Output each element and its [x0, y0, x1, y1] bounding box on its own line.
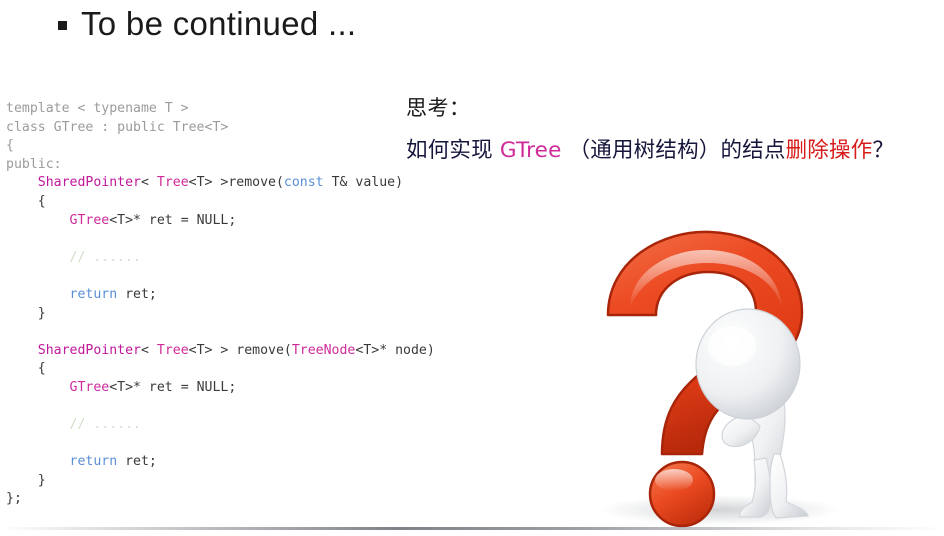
code-token: }	[6, 472, 46, 488]
code-token: ret;	[117, 454, 157, 470]
code-token: // ......	[69, 417, 141, 433]
code-token: Tree	[156, 175, 189, 191]
question-mark-illustration	[570, 222, 870, 532]
code-token: <T>* ret = NULL;	[109, 212, 237, 228]
square-bullet-icon	[58, 20, 67, 30]
question-part3: ？	[872, 138, 895, 163]
code-token: {	[6, 361, 46, 377]
code-token: {	[6, 138, 14, 154]
code-line: SharedPointer< Tree<T> >remove(const T& …	[6, 174, 526, 193]
code-line: {	[6, 193, 526, 212]
code-token: <T>* node)	[355, 342, 435, 358]
code-token: }	[6, 305, 46, 321]
code-token: class GTree : public Tree<T>	[6, 119, 229, 135]
bottom-divider	[0, 527, 944, 530]
code-token: const	[283, 175, 324, 191]
question-part2: （通用树结构）的结点	[561, 138, 786, 163]
code-token: <T> >remove(	[188, 175, 284, 191]
question-highlight-delete: 删除操作	[785, 138, 873, 163]
code-line: // ......	[6, 416, 526, 435]
page-title-text: To be continued ...	[81, 5, 357, 42]
code-token: <T>* ret = NULL;	[109, 379, 237, 395]
code-line: GTree<T>* ret = NULL;	[6, 379, 526, 398]
code-line: {	[6, 360, 526, 379]
code-line: return ret;	[6, 453, 526, 472]
code-token: T& value)	[323, 175, 404, 191]
code-token: {	[6, 193, 46, 209]
code-token: GTree	[69, 212, 110, 228]
page-title: To be continued ...	[58, 5, 357, 42]
code-token: return	[69, 454, 118, 470]
code-token: <	[140, 342, 157, 358]
code-line: }	[6, 472, 526, 491]
code-token: // ......	[69, 249, 141, 265]
code-token: };	[6, 491, 22, 507]
code-token: ret;	[117, 286, 157, 302]
question-accent-gtree: GTree	[499, 138, 562, 163]
slide: To be continued ... template < typename …	[0, 0, 944, 536]
code-line: }	[6, 305, 526, 324]
code-line: SharedPointer< Tree<T> > remove(TreeNode…	[6, 342, 526, 361]
code-token: SharedPointer	[37, 342, 141, 358]
code-token: Tree	[156, 342, 189, 358]
code-token: TreeNode	[291, 342, 356, 358]
code-token: return	[69, 286, 118, 302]
code-line: };	[6, 490, 526, 509]
code-line: GTree<T>* ret = NULL;	[6, 212, 526, 231]
code-token: <T> > remove(	[188, 342, 292, 358]
code-token: template < typename T >	[6, 101, 189, 116]
question-line: 如何实现 GTree （通用树结构）的结点删除操作？	[406, 133, 894, 164]
code-token: SharedPointer	[37, 175, 141, 191]
code-line: // ......	[6, 249, 526, 268]
think-label: 思考：	[406, 96, 471, 120]
code-line: return ret;	[6, 286, 526, 305]
code-token: <	[140, 175, 157, 191]
code-token: public:	[6, 156, 62, 172]
code-token: GTree	[69, 379, 110, 395]
question-part1: 如何实现	[406, 138, 500, 163]
